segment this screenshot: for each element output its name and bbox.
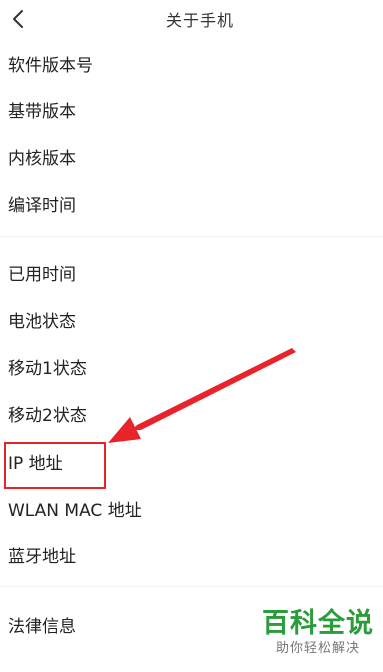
software-version-item[interactable]: 软件版本号	[8, 51, 93, 81]
watermark-slogan: 助你轻松解决	[275, 641, 360, 656]
watermark-brand: 百科全说	[262, 608, 374, 639]
baseband-version-item[interactable]: 基带版本	[8, 97, 76, 127]
back-button[interactable]	[6, 6, 32, 32]
section-divider	[0, 586, 383, 587]
mobile1-status-item[interactable]: 移动1状态	[8, 354, 87, 384]
battery-status-item[interactable]: 电池状态	[8, 307, 76, 337]
watermark: 百科全说 助你轻松解决	[259, 608, 377, 666]
header: 关于手机	[0, 0, 383, 40]
mobile2-status-item[interactable]: 移动2状态	[8, 401, 87, 431]
build-time-item[interactable]: 编译时间	[8, 191, 76, 221]
kernel-version-item[interactable]: 内核版本	[8, 144, 76, 174]
section-divider	[0, 236, 383, 237]
about-phone-screen: 关于手机 软件版本号 基带版本 内核版本 编译时间 已用时间 电池状态 移动1状…	[0, 0, 383, 672]
uptime-item[interactable]: 已用时间	[8, 260, 76, 290]
wlan-mac-address-item[interactable]: WLAN MAC 地址	[8, 496, 142, 526]
bluetooth-address-item[interactable]: 蓝牙地址	[8, 542, 76, 572]
highlight-box	[4, 442, 106, 489]
legal-info-item[interactable]: 法律信息	[8, 612, 76, 642]
page-title: 关于手机	[165, 11, 234, 30]
chevron-left-icon	[13, 10, 23, 28]
